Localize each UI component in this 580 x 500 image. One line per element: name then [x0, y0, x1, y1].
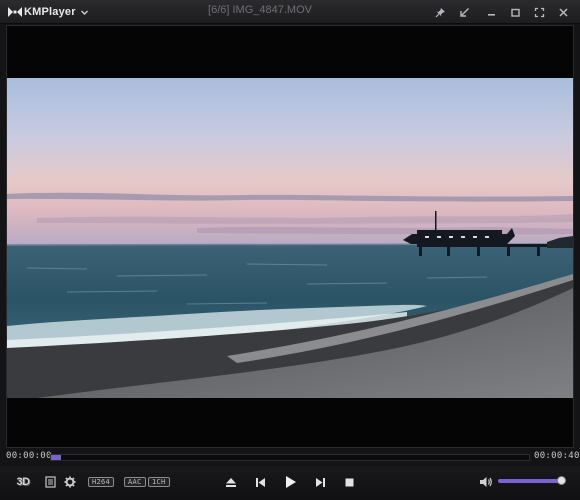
- eject-icon: [226, 477, 236, 487]
- eject-button[interactable]: [222, 473, 240, 491]
- previous-icon: [255, 477, 265, 487]
- previous-button[interactable]: [251, 473, 269, 491]
- maximize-button[interactable]: [507, 4, 523, 20]
- mute-button[interactable]: [478, 474, 494, 490]
- chevron-down-icon: [80, 10, 88, 15]
- pin-icon: [435, 7, 445, 17]
- mini-mode-button[interactable]: [456, 4, 472, 20]
- video-frame: [7, 78, 573, 398]
- app-brand-label: KMPlayer: [24, 6, 76, 18]
- next-button[interactable]: [311, 473, 329, 491]
- audio-codec-badge[interactable]: AAC: [124, 477, 146, 487]
- current-time: 00:00:00: [6, 451, 52, 461]
- seek-thumb[interactable]: [51, 455, 61, 460]
- maximize-icon: [510, 8, 520, 17]
- seek-bar[interactable]: [50, 454, 530, 461]
- play-button[interactable]: [281, 472, 301, 492]
- kmplayer-logo-icon: [8, 7, 22, 17]
- seek-row: 00:00:00 00:00:40: [0, 450, 580, 464]
- window-title: [6/6] IMG_4847.MOV: [208, 4, 312, 16]
- playlist-button[interactable]: [42, 474, 58, 490]
- volume-slider[interactable]: [498, 476, 566, 485]
- remaining-time: 00:00:40: [534, 451, 580, 461]
- minimize-to-corner-icon: [459, 7, 469, 17]
- 3d-mode-button[interactable]: 3D: [12, 472, 34, 492]
- video-codec-badge[interactable]: H264: [88, 477, 115, 487]
- fullscreen-button[interactable]: [531, 4, 547, 20]
- play-icon: [286, 476, 296, 488]
- title-bar[interactable]: KMPlayer [6/6] IMG_4847.MOV: [0, 0, 580, 24]
- video-viewport[interactable]: [6, 25, 574, 448]
- stop-icon: [345, 478, 353, 486]
- control-bar: 3D H264 AAC 1CH: [0, 466, 580, 500]
- pin-button[interactable]: [432, 4, 448, 20]
- settings-icon: [64, 476, 76, 488]
- fullscreen-icon: [534, 7, 544, 17]
- volume-thumb[interactable]: [556, 476, 566, 485]
- settings-button[interactable]: [62, 474, 78, 490]
- playlist-icon: [44, 476, 56, 488]
- volume-level-fill: [498, 479, 561, 483]
- close-button[interactable]: [555, 4, 571, 20]
- close-icon: [558, 7, 568, 17]
- volume-icon: [480, 477, 492, 487]
- stop-button[interactable]: [340, 473, 358, 491]
- minimize-button[interactable]: [483, 4, 499, 20]
- app-menu-button[interactable]: KMPlayer: [8, 5, 89, 19]
- audio-channels-badge[interactable]: 1CH: [148, 477, 170, 487]
- minimize-icon: [487, 13, 495, 16]
- seaside-sunset-video-image: [7, 78, 573, 398]
- next-icon: [315, 477, 325, 487]
